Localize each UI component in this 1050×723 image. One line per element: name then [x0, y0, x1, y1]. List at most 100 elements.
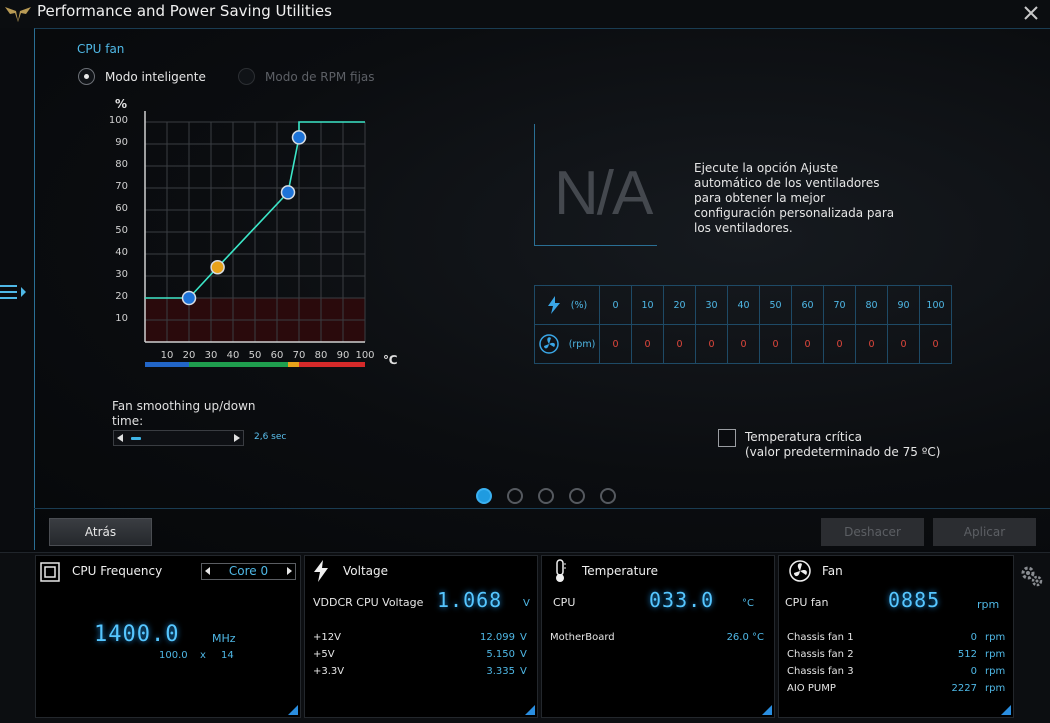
expand-corner-icon[interactable]: [525, 705, 535, 715]
page-indicator: [476, 488, 616, 504]
vcore-unit: V: [523, 598, 530, 609]
mode-fixed-rpm-label: Modo de RPM fijas: [265, 69, 375, 84]
voltage-row-label: +5V: [313, 649, 335, 660]
mb-temp-value: 26.0 °C: [726, 632, 764, 643]
temp-zone-bar: [145, 362, 189, 367]
voltage-row-unit: V: [520, 666, 527, 677]
voltage-row-value: 12.099: [480, 632, 515, 643]
expand-corner-icon[interactable]: [762, 705, 772, 715]
lightning-icon: [314, 560, 328, 582]
core-selector[interactable]: Core 0: [201, 563, 296, 580]
curve-point-handle[interactable]: [280, 185, 296, 200]
voltage-row-value: 5.150: [486, 649, 515, 660]
fan-row-label: Chassis fan 2: [787, 649, 854, 660]
expand-corner-icon[interactable]: [288, 705, 298, 715]
rpm-cell: 0: [887, 324, 920, 364]
percent-cell: 90: [887, 285, 920, 325]
slider-right-arrow-icon[interactable]: [234, 434, 240, 442]
vcore-label: VDDCR CPU Voltage: [313, 596, 424, 609]
table-row-percent: (%) 0 10 20 30 40 50 60 70 80 90 100: [534, 285, 952, 325]
fan-icon: [538, 334, 559, 354]
rpm-cell: 0: [663, 324, 696, 364]
percent-cell: 60: [791, 285, 824, 325]
mode-fixed-rpm-radio[interactable]: Modo de RPM fijas: [238, 68, 375, 85]
rpm-header: (rpm): [534, 324, 600, 364]
curve-point-handle[interactable]: [210, 259, 225, 275]
y-tick-label: 20: [115, 291, 128, 302]
smoothing-label: Fan smoothing up/down time:: [112, 399, 256, 428]
bclk-value: 100.0: [159, 650, 188, 661]
thermometer-icon: [556, 559, 566, 582]
voltage-row-unit: V: [520, 649, 527, 660]
rpm-cell: 0: [919, 324, 952, 364]
rpm-cell: 0: [791, 324, 824, 364]
fan-curve-chart[interactable]: [140, 110, 375, 375]
curve-point-handle[interactable]: [291, 130, 307, 145]
apply-button[interactable]: Aplicar: [933, 518, 1036, 546]
settings-gears-icon[interactable]: [1019, 563, 1045, 589]
cpu-temp-label: CPU: [553, 596, 576, 609]
y-tick-label: 90: [115, 137, 128, 148]
fan-row-value: 0: [970, 666, 977, 677]
curve-point-handle[interactable]: [181, 290, 197, 306]
cpu-fan-value: 0885: [888, 588, 941, 612]
voltage-row-value: 3.335: [486, 666, 515, 677]
core-prev-icon[interactable]: [205, 567, 210, 575]
cpu-temp-value: 033.0: [649, 588, 715, 612]
y-tick-label: 10: [115, 313, 128, 324]
page-dot[interactable]: [538, 488, 554, 504]
undo-button[interactable]: Deshacer: [821, 518, 924, 546]
back-button[interactable]: Atrás: [49, 518, 152, 546]
fan-row-unit: rpm: [985, 683, 1006, 694]
fan-row-value: 0: [970, 632, 977, 643]
cpu-fan-label: CPU fan: [785, 596, 829, 609]
fan-row-value: 2227: [951, 683, 977, 694]
y-tick-label: 40: [115, 247, 128, 258]
rpm-cell: 0: [695, 324, 728, 364]
percent-cell: 10: [631, 285, 664, 325]
cpu-fan-unit: rpm: [977, 598, 1000, 611]
page-dot[interactable]: [600, 488, 616, 504]
cpu-chip-icon: [40, 562, 60, 582]
percent-cell: 40: [727, 285, 760, 325]
cpu-temp-unit: °C: [742, 598, 754, 609]
percent-cell: 100: [919, 285, 952, 325]
expand-corner-icon[interactable]: [1001, 705, 1011, 715]
multiplier-x: x: [200, 650, 206, 661]
radio-empty-icon: [238, 68, 255, 85]
fan-row-label: Chassis fan 3: [787, 666, 854, 677]
fan-row-label: Chassis fan 1: [787, 632, 854, 643]
mb-temp-label: MotherBoard: [550, 632, 615, 643]
smoothing-value: 2,6 sec: [254, 432, 287, 442]
rpm-cell: 0: [727, 324, 760, 364]
smoothing-slider[interactable]: [113, 430, 244, 446]
temp-zone-bar: [299, 362, 365, 367]
slider-left-arrow-icon[interactable]: [117, 434, 123, 442]
x-unit-label: ℃: [383, 353, 398, 367]
fan-tuning-table: (%) 0 10 20 30 40 50 60 70 80 90 100 (rpm) 0000000…: [534, 285, 952, 364]
mode-smart-radio[interactable]: Modo inteligente: [78, 68, 206, 85]
slider-thumb[interactable]: [131, 437, 141, 440]
y-tick-label: 70: [115, 181, 128, 192]
window-title: Performance and Power Saving Utilities: [37, 2, 332, 20]
ratio-value: 14: [221, 650, 234, 661]
page-dot[interactable]: [476, 488, 492, 504]
voltage-row-label: +3.3V: [313, 666, 345, 677]
menu-icon[interactable]: [0, 282, 30, 304]
tuning-status: N/A: [554, 159, 653, 228]
fan-title: Fan: [822, 564, 843, 578]
y-tick-label: 50: [115, 225, 128, 236]
core-next-icon[interactable]: [287, 567, 292, 575]
mode-smart-label: Modo inteligente: [105, 69, 206, 84]
percent-cell: 80: [855, 285, 888, 325]
cpu-frequency-title: CPU Frequency: [72, 564, 163, 578]
cpu-frequency-value: 1400.0: [94, 622, 180, 647]
y-tick-label: 60: [115, 203, 128, 214]
tuf-logo-icon: [5, 7, 31, 22]
temperature-title: Temperature: [582, 564, 659, 578]
critical-temp-checkbox[interactable]: [718, 429, 736, 447]
close-icon[interactable]: [1020, 2, 1042, 24]
page-dot[interactable]: [569, 488, 585, 504]
page-dot[interactable]: [507, 488, 523, 504]
y-tick-label: 80: [115, 159, 128, 170]
